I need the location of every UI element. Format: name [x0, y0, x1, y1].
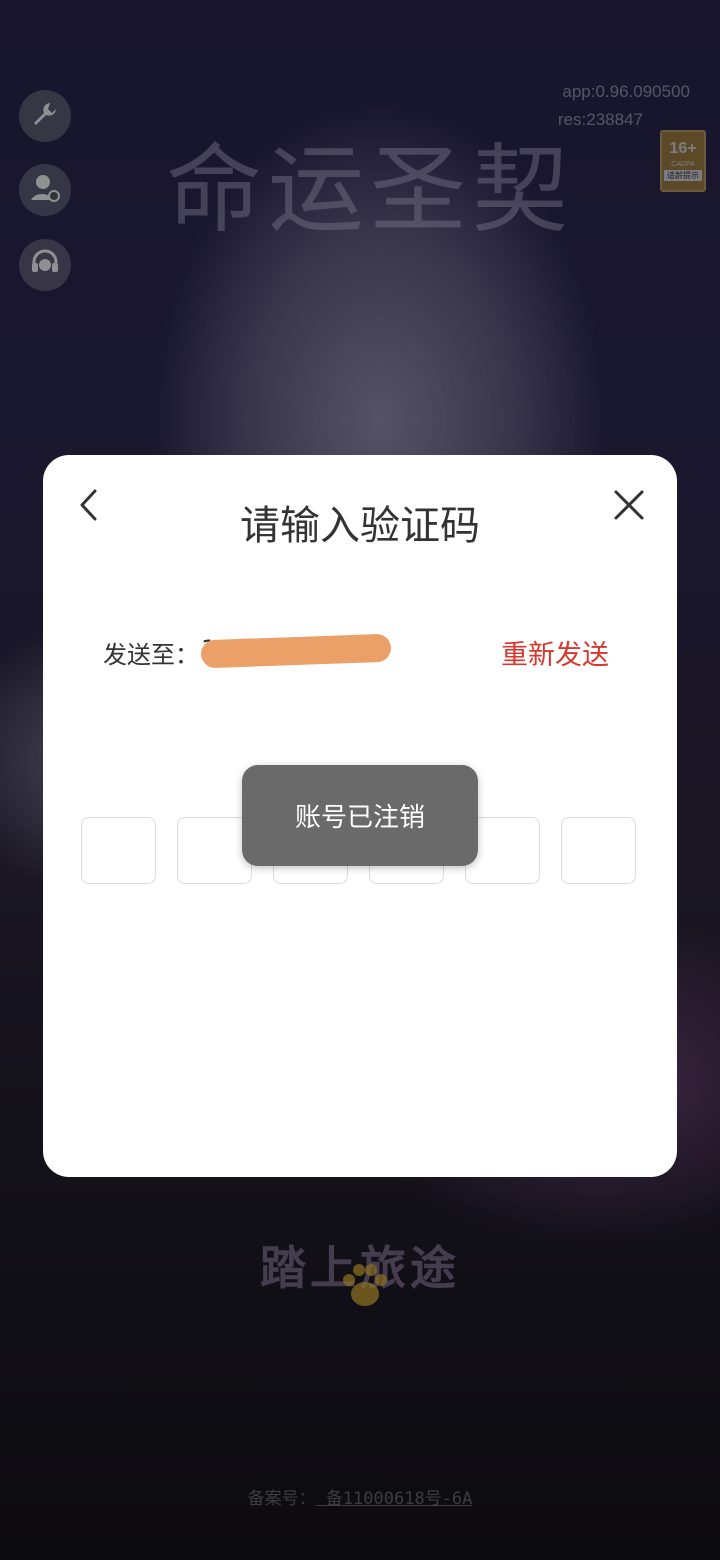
send-to-row: 发送至： 1 重新发送	[103, 633, 623, 672]
resend-button[interactable]: 重新发送	[501, 633, 609, 672]
code-input-2[interactable]	[177, 817, 252, 884]
toast-message: 账号已注销	[242, 765, 478, 866]
close-button[interactable]	[607, 485, 651, 529]
close-icon	[612, 488, 646, 526]
redaction-mark	[200, 633, 392, 669]
code-input-1[interactable]	[81, 817, 156, 884]
code-input-6[interactable]	[561, 817, 636, 884]
dialog-title: 请输入验证码	[240, 503, 480, 549]
send-to-label: 发送至：	[103, 641, 199, 669]
